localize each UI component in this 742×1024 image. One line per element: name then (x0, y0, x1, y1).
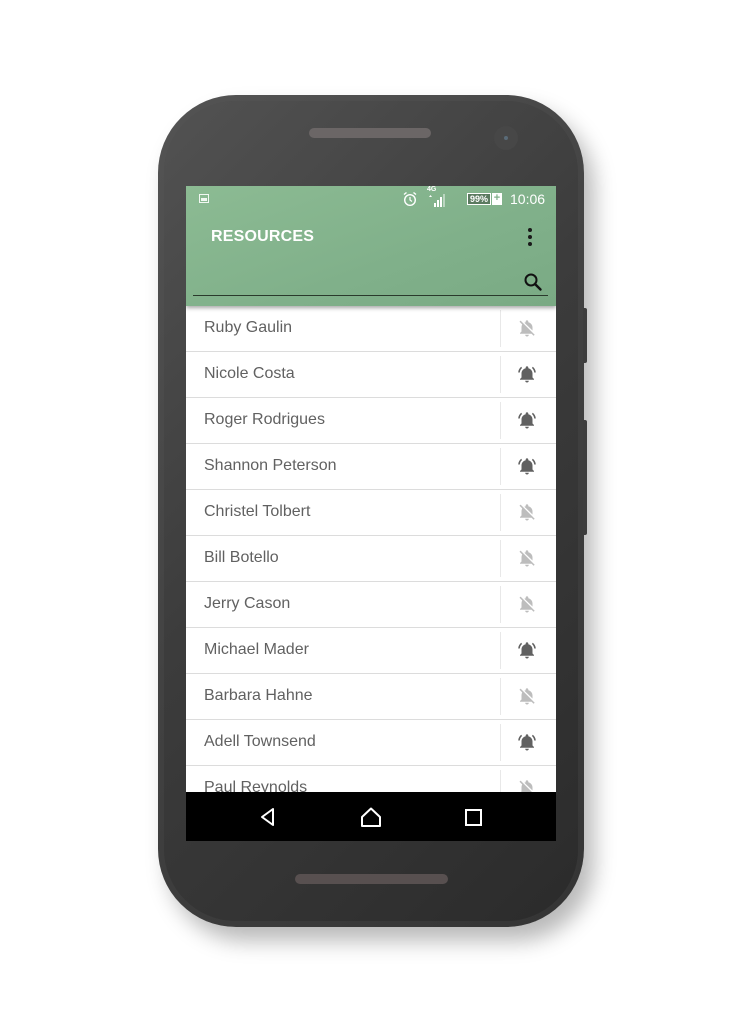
search-field (193, 268, 548, 296)
navigation-bar (186, 792, 556, 841)
resource-name: Michael Mader (204, 641, 309, 658)
notifications-off-icon[interactable] (517, 318, 537, 338)
row-divider (500, 356, 501, 393)
list-item[interactable]: Michael Mader (186, 628, 556, 674)
row-divider (500, 402, 501, 439)
notifications-off-icon[interactable] (517, 548, 537, 568)
notifications-off-icon[interactable] (517, 502, 537, 522)
row-divider (500, 586, 501, 623)
notifications-active-icon[interactable] (517, 410, 537, 430)
row-divider (500, 678, 501, 715)
notifications-off-icon[interactable] (517, 686, 537, 706)
page-title: RESOURCES (211, 228, 315, 245)
resource-name: Shannon Peterson (204, 457, 337, 474)
bottom-speaker (295, 874, 448, 884)
back-triangle-icon[interactable] (257, 806, 279, 828)
list-item[interactable]: Shannon Peterson (186, 444, 556, 490)
charging-icon: + (492, 192, 502, 205)
resource-name: Nicole Costa (204, 365, 295, 382)
more-vert-icon[interactable] (523, 226, 537, 248)
notifications-active-icon[interactable] (517, 640, 537, 660)
row-divider (500, 494, 501, 531)
notifications-active-icon[interactable] (517, 456, 537, 476)
earpiece-speaker (309, 128, 431, 138)
notifications-active-icon[interactable] (517, 732, 537, 752)
resource-name: Bill Botello (204, 549, 279, 566)
list-item[interactable]: Ruby Gaulin (186, 306, 556, 352)
power-button[interactable] (583, 420, 587, 535)
row-divider (500, 448, 501, 485)
resource-name: Roger Rodrigues (204, 411, 325, 428)
list-item[interactable]: Christel Tolbert (186, 490, 556, 536)
recents-square-icon[interactable] (463, 806, 485, 828)
clock-time: 10:06 (510, 191, 546, 207)
row-divider (500, 540, 501, 577)
resource-name: Adell Townsend (204, 733, 316, 750)
image-icon (199, 194, 209, 203)
resource-name: Christel Tolbert (204, 503, 311, 520)
list-item[interactable]: Barbara Hahne (186, 674, 556, 720)
notifications-off-icon[interactable] (517, 594, 537, 614)
list-item[interactable]: Adell Townsend (186, 720, 556, 766)
resource-name: Ruby Gaulin (204, 319, 293, 336)
list-item[interactable]: Nicole Costa (186, 352, 556, 398)
volume-up-button[interactable] (583, 308, 587, 363)
battery-percent: 99% (467, 193, 491, 205)
list-item[interactable]: Roger Rodrigues (186, 398, 556, 444)
resource-name: Jerry Cason (204, 595, 291, 612)
battery-indicator: 99% + (465, 192, 502, 206)
app-bar: 4G 99% + 10:06 RESOURCES (186, 186, 556, 306)
alarm-clock-icon (403, 191, 417, 207)
home-icon[interactable] (360, 806, 382, 828)
search-icon[interactable] (523, 272, 543, 292)
phone-screen: 4G 99% + 10:06 RESOURCES Ruby Gaulin Nic… (186, 186, 556, 841)
list-item[interactable]: Jerry Cason (186, 582, 556, 628)
search-input[interactable] (193, 268, 521, 294)
status-bar: 4G 99% + 10:06 (186, 186, 556, 212)
resource-name: Barbara Hahne (204, 687, 313, 704)
row-divider (500, 632, 501, 669)
front-camera (494, 126, 518, 150)
row-divider (500, 724, 501, 761)
resource-list: Ruby Gaulin Nicole Costa Roger Rodrigues Sh… (186, 306, 556, 812)
notifications-active-icon[interactable] (517, 364, 537, 384)
cell-signal-icon (429, 194, 445, 207)
list-item[interactable]: Bill Botello (186, 536, 556, 582)
row-divider (500, 310, 501, 347)
